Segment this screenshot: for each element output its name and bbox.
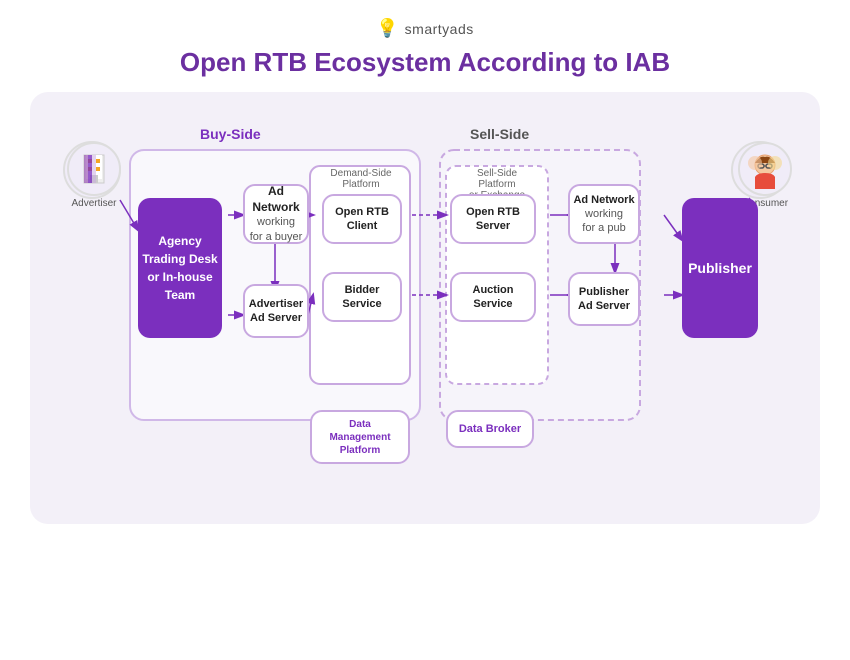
data-broker-title: Data Broker xyxy=(459,422,521,436)
agency-label: AgencyTrading Deskor In-houseTeam xyxy=(142,232,217,304)
diagram-wrap: Buy-Side Sell-Side xyxy=(50,110,800,510)
open-rtb-server-title: Open RTBServer xyxy=(466,205,520,234)
sell-side-label: Sell-Side xyxy=(470,126,529,142)
ad-network-sell-box: Ad Network workingfor a pub xyxy=(568,184,640,244)
advertiser-icon xyxy=(67,142,121,196)
open-rtb-client-title: Open RTBClient xyxy=(335,205,389,234)
advertiser-ad-server-box: AdvertiserAd Server xyxy=(243,284,309,338)
data-mgmt-box: DataManagementPlatform xyxy=(310,410,410,464)
publisher-ad-server-title: PublisherAd Server xyxy=(578,285,630,314)
advertiser-group: Advertiser xyxy=(64,142,124,209)
diagram-container: Buy-Side Sell-Side xyxy=(30,92,820,524)
logo-icon: 💡 xyxy=(376,18,398,39)
logo-area: 💡 smartyads xyxy=(376,18,474,39)
buy-side-label: Buy-Side xyxy=(200,126,261,142)
ad-network-buy-title: Ad Network xyxy=(245,184,307,215)
consumer-svg xyxy=(745,149,785,189)
main-title: Open RTB Ecosystem According to IAB xyxy=(180,47,670,78)
publisher-box: Publisher xyxy=(682,198,758,338)
ad-network-buy-box: Ad Network workingfor a buyer xyxy=(243,184,309,244)
open-rtb-client-box: Open RTBClient xyxy=(322,194,402,244)
data-mgmt-title: DataManagementPlatform xyxy=(329,418,390,457)
logo-text: smartyads xyxy=(405,21,474,37)
advertiser-label: Advertiser xyxy=(71,198,116,209)
auction-service-box: AuctionService xyxy=(450,272,536,322)
ad-network-sell-title: Ad Network xyxy=(573,193,634,207)
header: 💡 smartyads Open RTB Ecosystem According… xyxy=(180,0,670,78)
publisher-label: Publisher xyxy=(688,260,752,276)
ad-network-sell-sub: workingfor a pub xyxy=(582,207,625,236)
dsp-panel-label: Demand-Side Platform xyxy=(314,168,408,190)
page: 💡 smartyads Open RTB Ecosystem According… xyxy=(0,0,850,660)
publisher-ad-server-box: PublisherAd Server xyxy=(568,272,640,326)
advertiser-ad-server-title: AdvertiserAd Server xyxy=(249,297,303,326)
building-svg xyxy=(76,151,112,187)
bidder-service-box: BidderService xyxy=(322,272,402,322)
data-broker-box: Data Broker xyxy=(446,410,534,448)
auction-service-title: AuctionService xyxy=(473,283,514,312)
ad-network-buy-sub: workingfor a buyer xyxy=(250,215,303,244)
open-rtb-server-box: Open RTBServer xyxy=(450,194,536,244)
agency-box: AgencyTrading Deskor In-houseTeam xyxy=(138,198,222,338)
consumer-icon xyxy=(738,142,792,196)
bidder-service-title: BidderService xyxy=(342,283,381,312)
